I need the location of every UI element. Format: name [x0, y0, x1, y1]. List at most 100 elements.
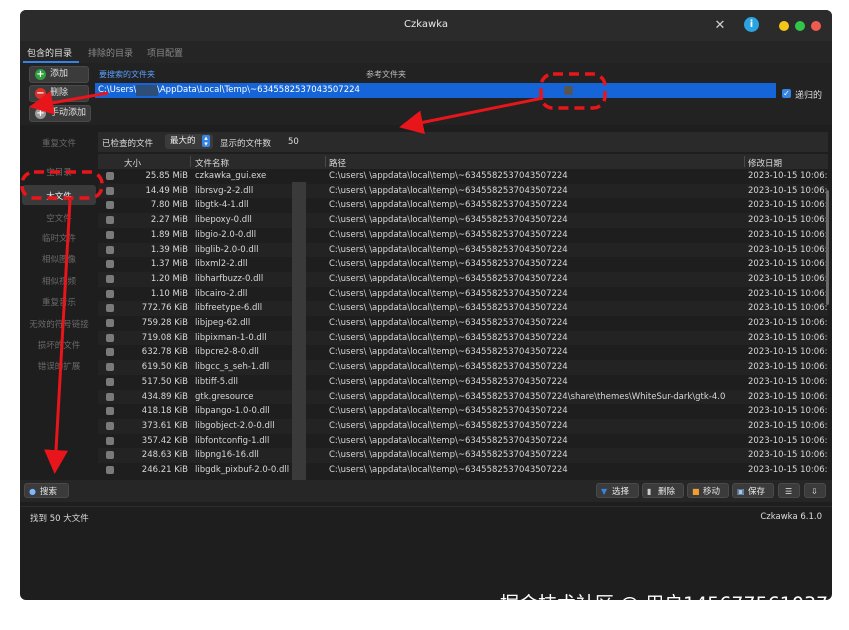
table-row[interactable]: 632.78 KiB libpcre2-8-0.dll C:\users\ \app…: [98, 345, 828, 360]
sidebar-item-duplicates[interactable]: 重复文件: [20, 137, 98, 149]
tools-icon[interactable]: ✕: [711, 18, 729, 34]
file-date: 2023-10-15 10:06:32: [748, 362, 828, 373]
delete-button[interactable]: ▮ 删除: [642, 483, 684, 498]
table-row[interactable]: 619.50 KiB libgcc_s_seh-1.dll C:\users\ \a…: [98, 360, 828, 375]
tab-excluded-dirs[interactable]: 排除的目录: [88, 46, 133, 59]
sidebar-item-invalid-symlinks[interactable]: 无效的符号链接: [20, 318, 98, 330]
move-button[interactable]: ■ 移动: [687, 483, 729, 498]
tab-included-dirs[interactable]: 包含的目录: [27, 46, 72, 59]
tab-item-config[interactable]: 项目配置: [147, 46, 183, 59]
add-dir-button[interactable]: + 添加: [29, 66, 89, 83]
sort-button[interactable]: ☰: [778, 483, 800, 498]
row-checkbox[interactable]: [106, 245, 114, 254]
file-date: 2023-10-15 10:06:36: [748, 376, 828, 387]
col-date[interactable]: 修改日期: [748, 157, 782, 169]
table-row[interactable]: 418.18 KiB libpango-1.0-0.dll C:\users\ \a…: [98, 404, 828, 419]
row-checkbox[interactable]: [106, 377, 114, 386]
row-checkbox[interactable]: [106, 436, 114, 445]
sidebar-item-empty-folders[interactable]: 空目录: [20, 166, 98, 178]
dir-path-prefix: C:\Users\: [98, 85, 137, 95]
file-path: C:\users\ \appdata\local\temp\~634558253…: [329, 376, 568, 387]
close-button[interactable]: [811, 21, 821, 31]
table-row[interactable]: 772.76 KiB libfreetype-6.dll C:\users\ \ap…: [98, 301, 828, 316]
file-path: C:\users\ \appdata\local\temp\~634558253…: [329, 171, 568, 181]
table-row[interactable]: 719.08 KiB libpixman-1-0.dll C:\users\ \ap…: [98, 330, 828, 346]
sort-icon: ☰: [785, 487, 793, 496]
table-row[interactable]: 7.80 MiB libgtk-4-1.dll C:\users\ \appdata…: [98, 198, 828, 213]
row-checkbox[interactable]: [106, 186, 114, 195]
row-checkbox[interactable]: [106, 216, 114, 225]
table-row[interactable]: 1.39 MiB libglib-2.0-0.dll C:\users\ \appd…: [98, 242, 828, 258]
file-path: C:\users\ \appdata\local\temp\~634558253…: [329, 362, 568, 373]
col-size[interactable]: 大小: [124, 157, 141, 169]
folder-icon: ■: [692, 487, 700, 496]
row-checkbox[interactable]: [106, 274, 114, 283]
maximize-button[interactable]: [795, 21, 805, 31]
plus-icon: +: [35, 108, 46, 119]
file-size: 248.63 KiB: [141, 450, 188, 461]
search-button[interactable]: ● 搜索: [24, 483, 69, 498]
search-icon: ●: [29, 487, 36, 496]
sidebar-item-duplicate-music[interactable]: 重复音乐: [20, 296, 98, 308]
row-checkbox[interactable]: [106, 319, 114, 327]
table-row[interactable]: 357.42 KiB libfontconfig-1.dll C:\users\ \…: [98, 434, 828, 449]
col-name[interactable]: 文件名称: [195, 157, 229, 169]
minimize-button[interactable]: [779, 21, 789, 31]
minus-icon: −: [35, 88, 46, 99]
col-path[interactable]: 路径: [329, 157, 346, 169]
file-date: 2023-10-15 10:06:32: [748, 420, 828, 431]
reference-checkbox[interactable]: [564, 86, 573, 95]
table-scrollbar[interactable]: [826, 190, 829, 305]
table-row[interactable]: 246.21 KiB libgdk_pixbuf-2.0-0.dll C:\user…: [98, 463, 828, 478]
table-row[interactable]: 1.37 MiB libxml2-2.dll C:\users\ \appdata\…: [98, 257, 828, 272]
table-row[interactable]: 25.85 MiB czkawka_gui.exe C:\users\ \appda…: [98, 169, 828, 184]
file-name: libgcc_s_seh-1.dll: [195, 362, 270, 373]
manual-add-button[interactable]: + 手动添加: [29, 105, 91, 122]
row-checkbox[interactable]: [106, 363, 114, 372]
row-checkbox[interactable]: [106, 407, 114, 416]
shown-count-input[interactable]: 50: [288, 137, 299, 147]
table-row[interactable]: 1.10 MiB libcairo-2.dll C:\users\ \appdata…: [98, 287, 828, 302]
table-row[interactable]: 14.49 MiB librsvg-2-2.dll C:\users\ \appda…: [98, 183, 828, 199]
file-size: 25.85 MiB: [145, 171, 188, 181]
file-path: C:\users\ \appdata\local\temp\~634558253…: [329, 391, 726, 402]
table-row[interactable]: 248.63 KiB libpng16-16.dll C:\users\ \appd…: [98, 448, 828, 463]
size-mode-select[interactable]: 最大的 ▴ ▾: [165, 134, 213, 149]
sidebar-item-similar-videos[interactable]: 相似视频: [20, 275, 98, 287]
info-icon[interactable]: i: [744, 17, 759, 32]
dir-list-row[interactable]: C:\Users\ \AppData\Local\Temp\~634558253…: [95, 83, 776, 98]
row-checkbox[interactable]: [106, 289, 114, 298]
sidebar-item-temp-files[interactable]: 临时文件: [20, 232, 98, 244]
sidebar-item-similar-images[interactable]: 相似图像: [20, 253, 98, 265]
row-checkbox[interactable]: [106, 392, 114, 401]
table-row[interactable]: 2.27 MiB libepoxy-0.dll C:\users\ \appdata…: [98, 213, 828, 228]
select-button[interactable]: ▼ 选择: [596, 483, 639, 498]
table-row[interactable]: 759.28 KiB libjpeg-62.dll C:\users\ \appda…: [98, 316, 828, 331]
sidebar-item-empty-files[interactable]: 空文件: [20, 212, 98, 224]
table-row[interactable]: 1.89 MiB libgio-2.0-0.dll C:\users\ \appda…: [98, 228, 828, 243]
hardlink-button[interactable]: ⇩: [804, 483, 826, 498]
directory-tabs: 包含的目录 排除的目录 项目配置: [20, 41, 832, 64]
recursive-checkbox[interactable]: ✓: [782, 89, 791, 98]
row-checkbox[interactable]: [106, 421, 114, 430]
table-row[interactable]: 373.61 KiB libgobject-2.0-0.dll C:\users\ …: [98, 418, 828, 434]
sidebar-item-broken-files[interactable]: 损坏的文件: [20, 339, 98, 351]
row-checkbox[interactable]: [106, 451, 114, 460]
sidebar-item-big-files[interactable]: 大文件: [20, 190, 98, 202]
row-checkbox[interactable]: [106, 172, 114, 180]
row-checkbox[interactable]: [106, 201, 114, 210]
row-checkbox[interactable]: [106, 348, 114, 357]
row-checkbox[interactable]: [106, 333, 114, 342]
row-checkbox[interactable]: [106, 304, 114, 313]
file-date: 2023-10-15 10:06:32: [748, 273, 828, 284]
file-date: 2023-10-15 10:06:36: [748, 259, 828, 270]
remove-dir-button[interactable]: − 删除: [29, 85, 89, 102]
sidebar-item-bad-extensions[interactable]: 错误的扩展: [20, 360, 98, 372]
table-row[interactable]: 1.20 MiB libharfbuzz-0.dll C:\users\ \appd…: [98, 271, 828, 287]
save-button[interactable]: ▣ 保存: [732, 483, 774, 498]
table-row[interactable]: 517.50 KiB libtiff-5.dll C:\users\ \appdat…: [98, 375, 828, 390]
table-row[interactable]: 434.89 KiB gtk.gresource C:\users\ \appdat…: [98, 389, 828, 405]
row-checkbox[interactable]: [106, 260, 114, 269]
row-checkbox[interactable]: [106, 230, 114, 239]
row-checkbox[interactable]: [106, 466, 114, 474]
